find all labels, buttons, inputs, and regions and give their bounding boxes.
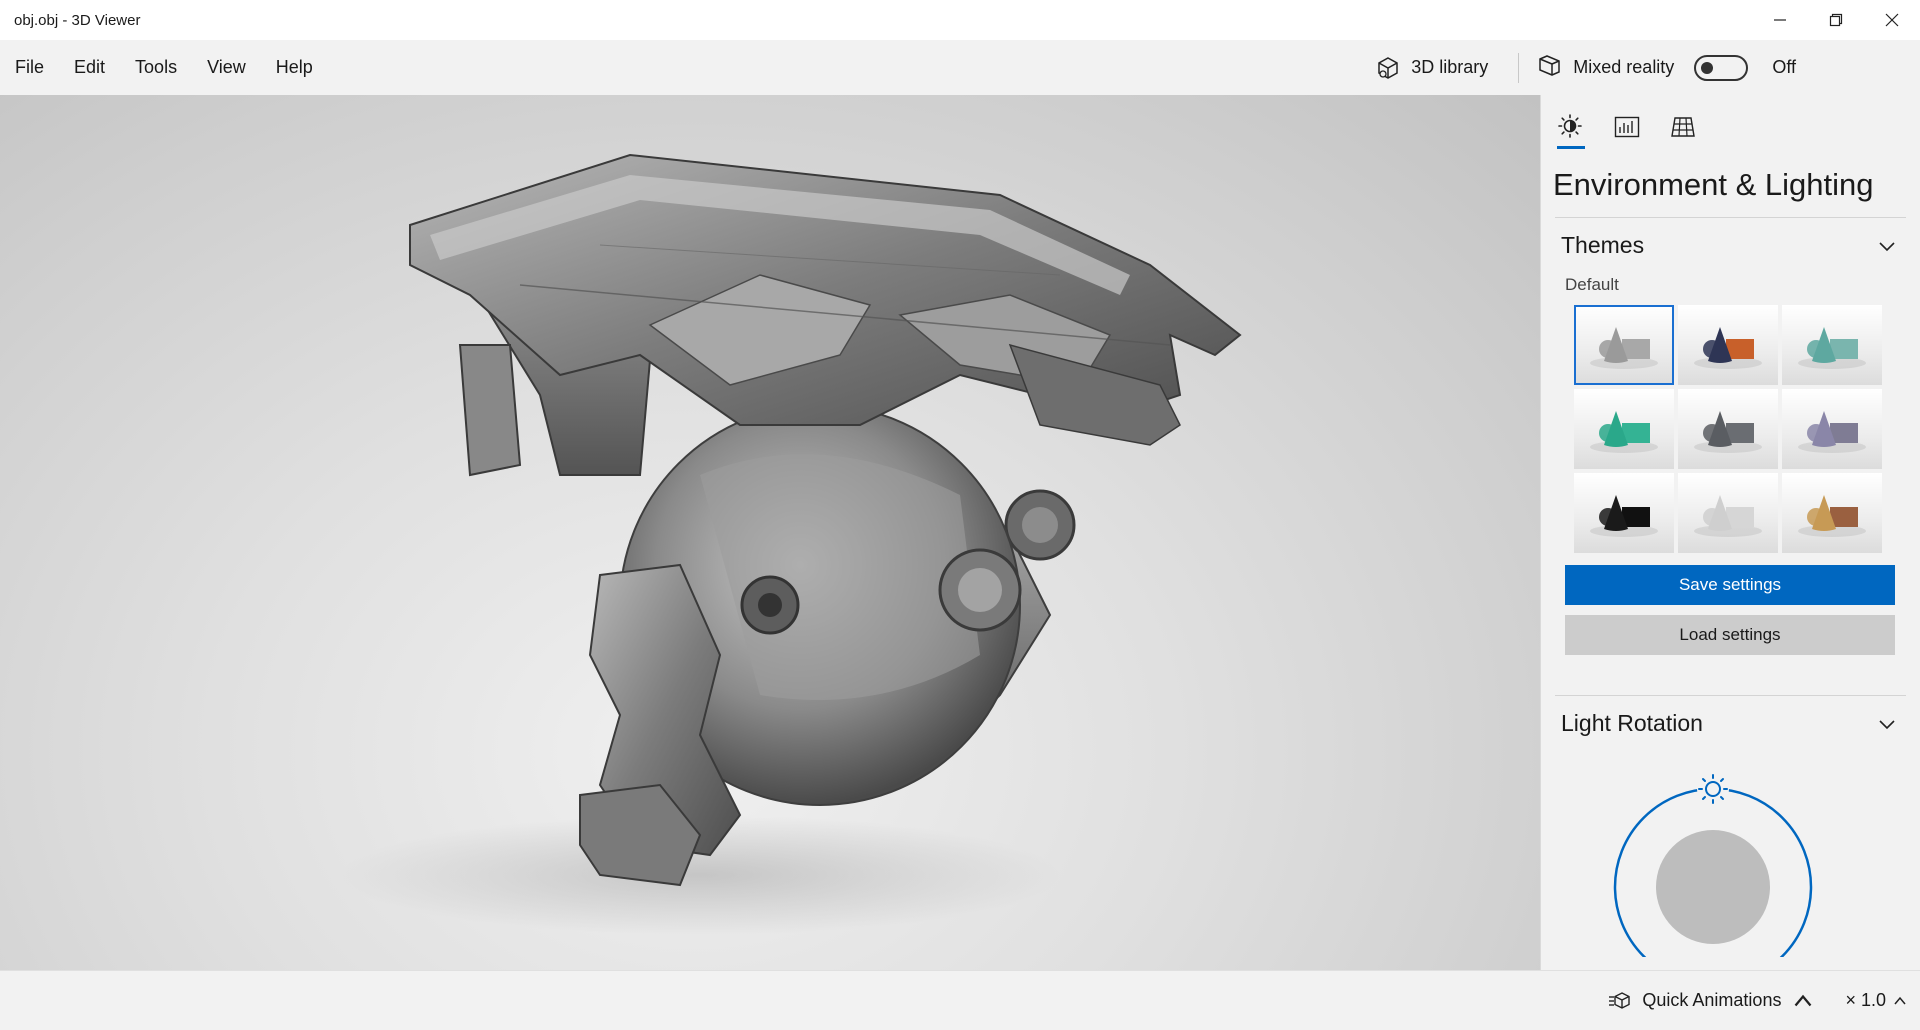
tab-environment-lighting[interactable] bbox=[1555, 113, 1587, 149]
menu-bar: File Edit Tools View Help 3D library Mix… bbox=[0, 40, 1920, 95]
theme-preview-icon bbox=[1798, 327, 1866, 369]
theme-preview-icon bbox=[1798, 411, 1866, 453]
theme-swatch[interactable] bbox=[1782, 473, 1882, 553]
3d-library-label: 3D library bbox=[1411, 57, 1489, 77]
mixed-reality-toggle[interactable] bbox=[1694, 54, 1749, 81]
cube-library-icon bbox=[1378, 56, 1398, 79]
quick-animations-label: Quick Animations bbox=[1642, 990, 1782, 1010]
3d-viewport[interactable] bbox=[0, 95, 1540, 970]
status-bar: Quick Animations × 1.0 bbox=[0, 970, 1920, 1030]
panel-title: Environment & Lighting bbox=[1553, 167, 1874, 202]
theme-swatch[interactable] bbox=[1678, 389, 1778, 469]
themes-header: Themes bbox=[1561, 232, 1645, 258]
3d-library-button[interactable]: 3D library bbox=[1375, 55, 1510, 81]
close-button[interactable] bbox=[1864, 0, 1920, 40]
theme-preview-icon bbox=[1798, 495, 1866, 537]
theme-preview-icon bbox=[1590, 495, 1658, 537]
theme-swatch[interactable] bbox=[1574, 473, 1674, 553]
mixed-reality-state: Off bbox=[1772, 57, 1796, 77]
theme-preview-icon bbox=[1694, 411, 1762, 453]
menu-tools[interactable]: Tools bbox=[120, 57, 192, 78]
chevron-down-icon bbox=[1879, 241, 1895, 251]
mech-model-render bbox=[340, 153, 1242, 935]
minimize-icon bbox=[1774, 19, 1786, 21]
tab-grid-views[interactable] bbox=[1667, 113, 1699, 149]
grid-icon bbox=[1671, 117, 1695, 137]
theme-swatch[interactable] bbox=[1678, 473, 1778, 553]
environment-panel: Environment & Lighting Themes Default Sa… bbox=[1540, 95, 1920, 970]
theme-preview-icon bbox=[1694, 327, 1762, 369]
mixed-reality-group: Mixed reality Off bbox=[1537, 52, 1920, 83]
menu-separator bbox=[1518, 52, 1520, 83]
quick-animations-button[interactable]: Quick Animations bbox=[1608, 989, 1815, 1013]
animation-speed-button[interactable]: × 1.0 bbox=[1845, 990, 1908, 1011]
theme-preview-icon bbox=[1590, 327, 1658, 369]
close-icon bbox=[1885, 13, 1899, 27]
chevron-up-icon bbox=[1795, 994, 1812, 1006]
theme-swatch[interactable] bbox=[1678, 305, 1778, 385]
mixed-reality-icon bbox=[1537, 52, 1563, 83]
themes-section-toggle[interactable]: Themes bbox=[1541, 218, 1920, 259]
menu-help[interactable]: Help bbox=[261, 57, 328, 78]
load-settings-button[interactable]: Load settings bbox=[1565, 615, 1895, 655]
minimize-button[interactable] bbox=[1752, 0, 1808, 40]
animation-cube-icon bbox=[1609, 991, 1631, 1009]
light-rotation-control[interactable] bbox=[1541, 737, 1920, 957]
theme-swatch[interactable] bbox=[1782, 305, 1882, 385]
theme-swatch[interactable] bbox=[1574, 305, 1674, 385]
save-settings-button[interactable]: Save settings bbox=[1565, 565, 1895, 605]
theme-preview-icon bbox=[1590, 411, 1658, 453]
sun-lighting-icon bbox=[1558, 114, 1582, 138]
theme-swatch[interactable] bbox=[1574, 389, 1674, 469]
themes-grid bbox=[1541, 295, 1920, 553]
speed-label: × 1.0 bbox=[1845, 990, 1886, 1010]
window-title: obj.obj - 3D Viewer bbox=[14, 11, 141, 29]
selected-theme-label: Default bbox=[1565, 275, 1619, 294]
stats-icon bbox=[1614, 116, 1640, 138]
toggle-knob bbox=[1701, 61, 1714, 74]
light-rotation-section-toggle[interactable]: Light Rotation bbox=[1541, 696, 1920, 737]
restore-icon bbox=[1829, 13, 1843, 27]
tab-stats-shading[interactable] bbox=[1611, 113, 1643, 149]
light-rotation-sphere bbox=[1656, 830, 1770, 944]
theme-preview-icon bbox=[1694, 495, 1762, 537]
menu-view[interactable]: View bbox=[192, 57, 261, 78]
menu-file[interactable]: File bbox=[0, 57, 59, 78]
sun-handle-icon[interactable] bbox=[1697, 773, 1729, 805]
theme-swatch[interactable] bbox=[1782, 389, 1882, 469]
menu-edit[interactable]: Edit bbox=[59, 57, 120, 78]
window-controls bbox=[1752, 0, 1920, 40]
menu-right-group: 3D library Mixed reality Off bbox=[1375, 40, 1920, 95]
chevron-up-icon bbox=[1894, 996, 1906, 1004]
mixed-reality-label: Mixed reality bbox=[1573, 57, 1675, 77]
light-rotation-header: Light Rotation bbox=[1561, 710, 1703, 736]
chevron-down-icon bbox=[1879, 719, 1895, 729]
panel-tabs bbox=[1541, 95, 1920, 155]
title-bar: obj.obj - 3D Viewer bbox=[0, 0, 1920, 40]
restore-button[interactable] bbox=[1808, 0, 1864, 40]
